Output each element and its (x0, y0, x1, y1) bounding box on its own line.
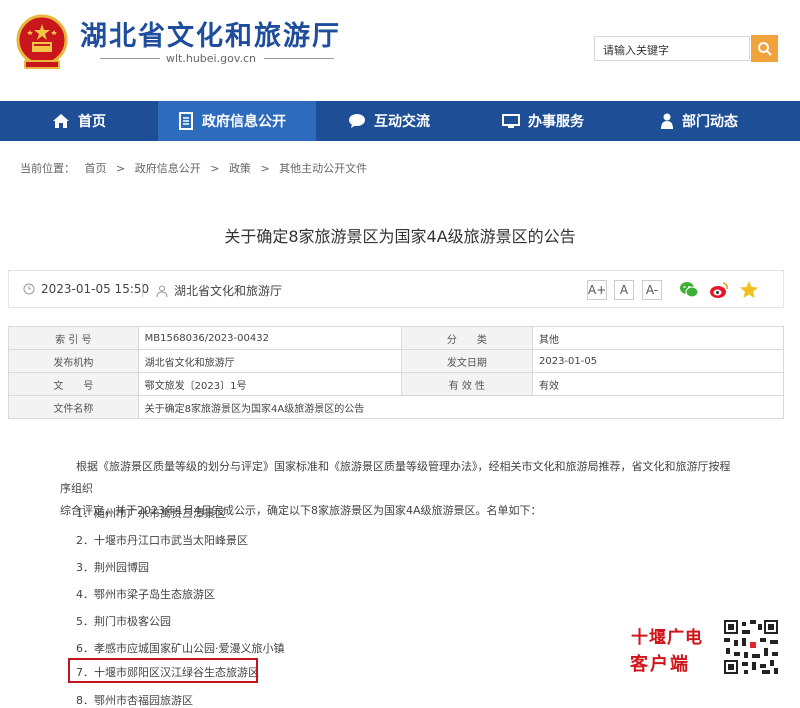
breadcrumb-item[interactable]: 政策 (229, 162, 251, 175)
font-increase-button[interactable]: A+ (587, 280, 607, 300)
table-row: 文件名称 关于确定8家旅游景区为国家4A级旅游景区的公告 (8, 395, 785, 419)
watermark-subtitle: 客户端 (630, 654, 690, 675)
meta-divider (142, 283, 143, 297)
table-row: 文 号 鄂文旅发〔2023〕1号 有 效 性 有效 (8, 372, 785, 396)
nav-label: 互动交流 (374, 114, 430, 130)
table-row: 发布机构 湖北省文化和旅游厅 发文日期 2023-01-05 (8, 349, 785, 373)
wechat-icon[interactable] (679, 280, 699, 300)
breadcrumb-separator: > (260, 162, 270, 175)
info-value: 2023-01-05 (531, 349, 785, 373)
list-item: 4．鄂州市梁子岛生态旅游区 (76, 588, 215, 601)
site-title[interactable]: 湖北省文化和旅游厅 (80, 14, 341, 53)
breadcrumb-item[interactable]: 其他主动公开文件 (279, 162, 367, 175)
search-input[interactable]: 请输入关键字 (594, 36, 750, 61)
nav-item-gov-info[interactable]: 政府信息公开 (158, 101, 316, 141)
font-normal-button[interactable]: A (614, 280, 634, 300)
table-row: 索 引 号 MB1568036/2023-00432 分 类 其他 (8, 326, 785, 350)
qr-code-icon (722, 618, 780, 676)
nav-label: 部门动态 (682, 114, 738, 130)
nav-label: 政府信息公开 (202, 114, 286, 130)
info-label: 发布机构 (8, 349, 139, 373)
breadcrumb-item[interactable]: 首页 (85, 162, 107, 175)
weibo-icon[interactable] (709, 280, 729, 300)
list-item: 1．随州市广水市寓贵三潭景区 (76, 507, 226, 520)
breadcrumb: 当前位置： 首页 > 政府信息公开 > 政策 > 其他主动公开文件 (20, 160, 373, 176)
info-value: 湖北省文化和旅游厅 (137, 349, 402, 373)
list-item: 5．荆门市极客公园 (76, 615, 171, 628)
nav-label: 首页 (78, 114, 106, 130)
watermark-title: 十堰广电 (631, 628, 703, 648)
url-divider-right (264, 58, 334, 59)
search-button[interactable] (751, 35, 778, 62)
main-nav: 首页 政府信息公开 互动交流 办事服务 部门动态 (0, 101, 800, 141)
clock-icon (23, 283, 35, 295)
publish-date-text: 2023-01-05 15:50 (41, 282, 150, 296)
info-value: 其他 (531, 326, 785, 350)
list-item: 2．十堰市丹江口市武当太阳峰景区 (76, 534, 248, 547)
source-text: 湖北省文化和旅游厅 (174, 284, 283, 298)
site-header: 湖北省文化和旅游厅 wlt.hubei.gov.cn 请输入关键字 (0, 0, 800, 100)
article-title: 关于确定8家旅游景区为国家4A级旅游景区的公告 (224, 227, 576, 246)
nav-label: 办事服务 (528, 114, 584, 130)
home-icon (53, 114, 69, 128)
highlight-box (68, 658, 258, 683)
article-source: 湖北省文化和旅游厅 (156, 282, 282, 299)
nav-item-home[interactable]: 首页 (52, 101, 106, 141)
monitor-icon (502, 114, 520, 128)
national-emblem-logo[interactable] (16, 14, 68, 72)
favorite-star-icon[interactable] (739, 280, 759, 300)
nav-item-services[interactable]: 办事服务 (502, 101, 584, 141)
list-item: 8．鄂州市杏福园旅游区 (76, 694, 193, 707)
info-label: 有 效 性 (400, 372, 533, 396)
site-url: wlt.hubei.gov.cn (166, 52, 256, 65)
breadcrumb-separator: > (116, 162, 126, 175)
body-line: 根据《旅游景区质量等级的划分与评定》国家标准和《旅游景区质量等级管理办法》，经相… (60, 460, 731, 495)
list-item: 6．孝感市应城国家矿山公园·爱漫义旅小镇 (76, 642, 285, 655)
info-label: 文 号 (8, 372, 139, 396)
document-info-table: 索 引 号 MB1568036/2023-00432 分 类 其他 发布机构 湖… (8, 326, 785, 419)
search-icon (757, 41, 772, 56)
info-label: 索 引 号 (8, 326, 139, 350)
info-value: 有效 (531, 372, 785, 396)
chat-icon (349, 114, 365, 128)
font-decrease-button[interactable]: A- (642, 280, 662, 300)
article-meta-bar: 2023-01-05 15:50 湖北省文化和旅游厅 A+ A A- (8, 270, 784, 308)
info-label: 文件名称 (8, 395, 139, 419)
breadcrumb-item[interactable]: 政府信息公开 (135, 162, 201, 175)
info-value: 关于确定8家旅游景区为国家4A级旅游景区的公告 (137, 395, 785, 419)
info-value: MB1568036/2023-00432 (137, 326, 402, 350)
publish-date: 2023-01-05 15:50 (23, 282, 149, 296)
user-icon (156, 285, 168, 297)
nav-item-interaction[interactable]: 互动交流 (348, 101, 430, 141)
nav-item-dept-news[interactable]: 部门动态 (660, 101, 738, 141)
person-icon (661, 113, 673, 129)
info-value: 鄂文旅发〔2023〕1号 (137, 372, 402, 396)
document-icon (179, 112, 193, 130)
breadcrumb-separator: > (210, 162, 220, 175)
list-item: 3．荆州园博园 (76, 561, 149, 574)
info-label: 分 类 (400, 326, 533, 350)
url-divider-left (100, 58, 160, 59)
breadcrumb-prefix: 当前位置： (20, 162, 75, 175)
info-label: 发文日期 (400, 349, 533, 373)
